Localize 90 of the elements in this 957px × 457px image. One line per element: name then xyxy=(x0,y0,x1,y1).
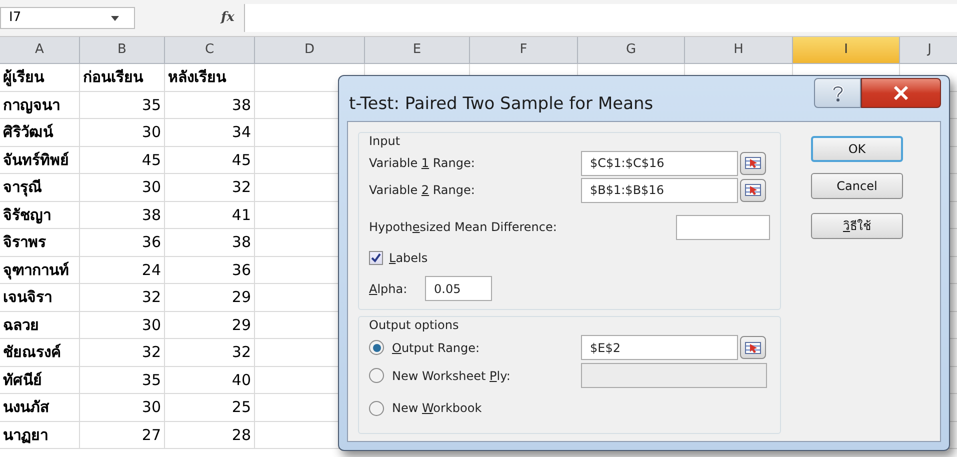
close-button[interactable] xyxy=(861,78,941,108)
table-cell-text: 36 xyxy=(232,260,251,280)
table-cell-text: จันทร์ทิพย์ xyxy=(3,150,69,170)
range-picker-button[interactable] xyxy=(740,152,766,175)
table-cell-text: 29 xyxy=(232,287,251,308)
column-header[interactable]: J xyxy=(900,37,957,63)
dialog-button[interactable]: OK xyxy=(811,136,903,162)
radio-label: New Worksheet Ply: xyxy=(392,368,510,385)
radio-label: Output Range: xyxy=(392,340,480,357)
range-field[interactable]: $C$1:$C$16 xyxy=(581,150,738,176)
table-cell-text: 32 xyxy=(232,177,251,198)
table-cell-text: 28 xyxy=(232,424,251,446)
range-select-icon xyxy=(745,184,761,196)
table-cell-text: ศิริวัฒน์ xyxy=(3,122,53,143)
dialog-button[interactable]: วิธีใช้ xyxy=(811,213,903,239)
group-title: Output options xyxy=(369,317,460,334)
table-cell-text: นงนภัส xyxy=(3,397,49,418)
range-field[interactable]: $E$2 xyxy=(581,335,738,360)
table-cell-text: 40 xyxy=(232,370,251,390)
table-cell-text: กาญจนา xyxy=(3,94,60,116)
table-cell-text: ผู้เรียน xyxy=(3,67,44,88)
table-cell-text: หลังเรียน xyxy=(168,67,226,88)
table-cell-text: 30 xyxy=(142,314,161,336)
column-header[interactable]: B xyxy=(80,37,165,63)
table-cell-text: 45 xyxy=(232,150,251,170)
checkbox-label: Labels xyxy=(389,250,428,267)
table-cell-text: นาฏยา xyxy=(3,424,48,446)
table-cell-text: 24 xyxy=(142,260,161,280)
column-header[interactable]: F xyxy=(470,37,578,63)
name-box[interactable]: I7 xyxy=(0,7,135,29)
field-label: Variable 1 Range: xyxy=(369,155,476,172)
table-cell-text: เจนจิรา xyxy=(3,287,52,308)
difference-field[interactable] xyxy=(676,214,770,240)
range-select-icon xyxy=(745,157,761,170)
table-cell-text: 32 xyxy=(142,287,161,308)
table-cell-text: 30 xyxy=(142,177,161,198)
table-cell-text: จิราพร xyxy=(3,232,46,253)
radio-button[interactable] xyxy=(369,400,384,416)
table-cell-text: จิรัชญา xyxy=(3,204,51,226)
table-cell-text: 25 xyxy=(232,397,251,418)
column-header[interactable]: I xyxy=(793,37,900,63)
table-cell-text: 32 xyxy=(142,342,161,363)
table-cell-text: 27 xyxy=(142,424,161,446)
alpha-field[interactable]: 0.05 xyxy=(425,276,492,302)
column-header[interactable]: E xyxy=(365,37,470,63)
field-label: Alpha: xyxy=(369,280,408,298)
table-cell-text: จุฑากานท์ xyxy=(3,260,69,281)
group-title: Input xyxy=(369,133,402,150)
column-header[interactable]: G xyxy=(578,37,685,63)
formula-field[interactable] xyxy=(244,4,957,32)
table-cell-text: ชัยณรงค์ xyxy=(3,342,61,363)
range-field[interactable] xyxy=(581,363,767,388)
table-cell-text: ฉลวย xyxy=(3,314,39,336)
table-cell-text: จารุณี xyxy=(3,177,42,198)
function-label[interactable]: fx xyxy=(221,8,234,28)
table-cell-text: 38 xyxy=(142,204,161,226)
table-cell-text: 38 xyxy=(232,94,251,116)
column-header[interactable]: C xyxy=(165,37,255,63)
dialog-title: t-Test: Paired Two Sample for Means xyxy=(349,93,654,116)
help-button[interactable] xyxy=(814,78,861,108)
radio-button[interactable] xyxy=(369,368,384,384)
dialog-button[interactable]: Cancel xyxy=(811,173,903,199)
radio-button[interactable] xyxy=(369,340,384,356)
table-cell-text: 30 xyxy=(142,122,161,143)
table-cell-text: 36 xyxy=(142,232,161,253)
field-label: Variable 2 Range: xyxy=(369,182,476,200)
radio-label: New Workbook xyxy=(392,400,482,418)
table-cell-text: 30 xyxy=(142,397,161,418)
field-label: Hypothesized Mean Difference: xyxy=(369,219,558,236)
dropdown-icon[interactable] xyxy=(111,16,119,20)
table-cell-text: ก่อนเรียน xyxy=(83,67,143,88)
range-select-icon xyxy=(745,342,761,354)
check-icon xyxy=(371,253,381,263)
range-field[interactable]: $B$1:$B$16 xyxy=(581,178,738,203)
table-cell-text: 35 xyxy=(142,94,161,116)
table-cell-text: 41 xyxy=(232,204,251,226)
close-icon xyxy=(893,86,909,100)
table-cell-text: 34 xyxy=(232,122,251,143)
table-cell-text: 38 xyxy=(232,232,251,253)
table-cell-text: 35 xyxy=(142,370,161,390)
table-cell-text: ทัศนีย์ xyxy=(3,370,42,390)
column-header[interactable]: D xyxy=(255,37,365,63)
table-cell-text: 32 xyxy=(232,342,251,363)
table-cell-text: 45 xyxy=(142,150,161,170)
help-icon xyxy=(832,84,844,102)
table-cell-text: 29 xyxy=(232,314,251,336)
checkbox[interactable] xyxy=(369,251,383,265)
range-picker-button[interactable] xyxy=(740,336,766,360)
range-picker-button[interactable] xyxy=(740,178,766,202)
column-header[interactable]: A xyxy=(0,37,80,63)
